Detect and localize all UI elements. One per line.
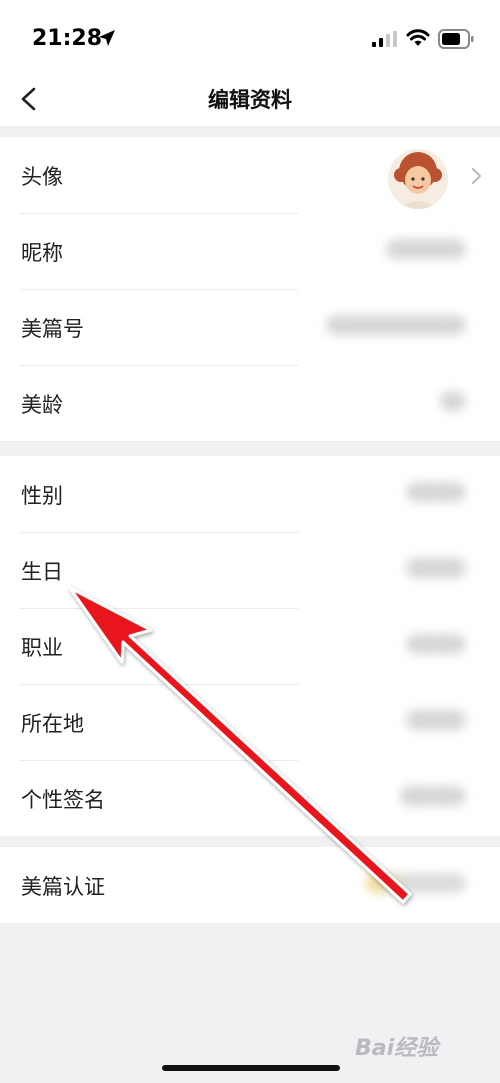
row-label: 职业 <box>21 636 63 660</box>
blurred-value <box>386 239 466 259</box>
row-label: 所在地 <box>21 712 84 736</box>
battery-icon <box>438 29 474 49</box>
blurred-value <box>366 873 466 893</box>
location-row[interactable]: 所在地 <box>0 684 500 760</box>
blurred-value <box>326 315 466 335</box>
row-label: 美篇号 <box>21 317 84 341</box>
signature-row[interactable]: 个性签名 <box>0 760 500 836</box>
chevron-right-icon <box>472 168 481 184</box>
blurred-value <box>406 558 466 578</box>
page-title: 编辑资料 <box>208 88 292 112</box>
row-label: 昵称 <box>21 241 63 265</box>
watermark: Bai经验 <box>355 1036 439 1061</box>
blurred-value <box>406 710 466 730</box>
row-label: 美篇认证 <box>21 875 105 899</box>
avatar <box>388 149 448 209</box>
nickname-row[interactable]: 昵称 <box>0 213 500 289</box>
profile-group-basic: 头像 昵称 美篇号 美龄 <box>0 137 500 441</box>
occupation-row[interactable]: 职业 <box>0 608 500 684</box>
home-indicator[interactable] <box>162 1065 340 1071</box>
avatar-row[interactable]: 头像 <box>0 137 500 213</box>
cellular-signal-icon <box>372 31 397 47</box>
row-label: 性别 <box>21 484 63 508</box>
status-bar: 21:28 <box>0 0 500 80</box>
row-label: 生日 <box>21 560 63 584</box>
wifi-icon <box>406 29 430 46</box>
blurred-value <box>406 482 466 502</box>
blurred-value <box>406 634 466 654</box>
row-label: 美龄 <box>21 393 63 417</box>
profile-group-verification: 美篇认证 <box>0 847 500 923</box>
profile-group-personal: 性别 生日 职业 所在地 个性签名 <box>0 456 500 836</box>
gender-row[interactable]: 性别 <box>0 456 500 532</box>
meipian-age-row[interactable]: 美龄 <box>0 365 500 441</box>
status-time: 21:28 <box>32 26 103 51</box>
blurred-value <box>400 786 466 806</box>
row-label: 个性签名 <box>21 788 105 812</box>
row-label: 头像 <box>21 165 63 189</box>
meipian-id-row[interactable]: 美篇号 <box>0 289 500 365</box>
nav-bar: 编辑资料 <box>0 80 500 126</box>
blurred-value <box>440 391 466 411</box>
location-arrow-icon <box>99 30 115 46</box>
birthday-row[interactable]: 生日 <box>0 532 500 608</box>
verification-row[interactable]: 美篇认证 <box>0 847 500 923</box>
